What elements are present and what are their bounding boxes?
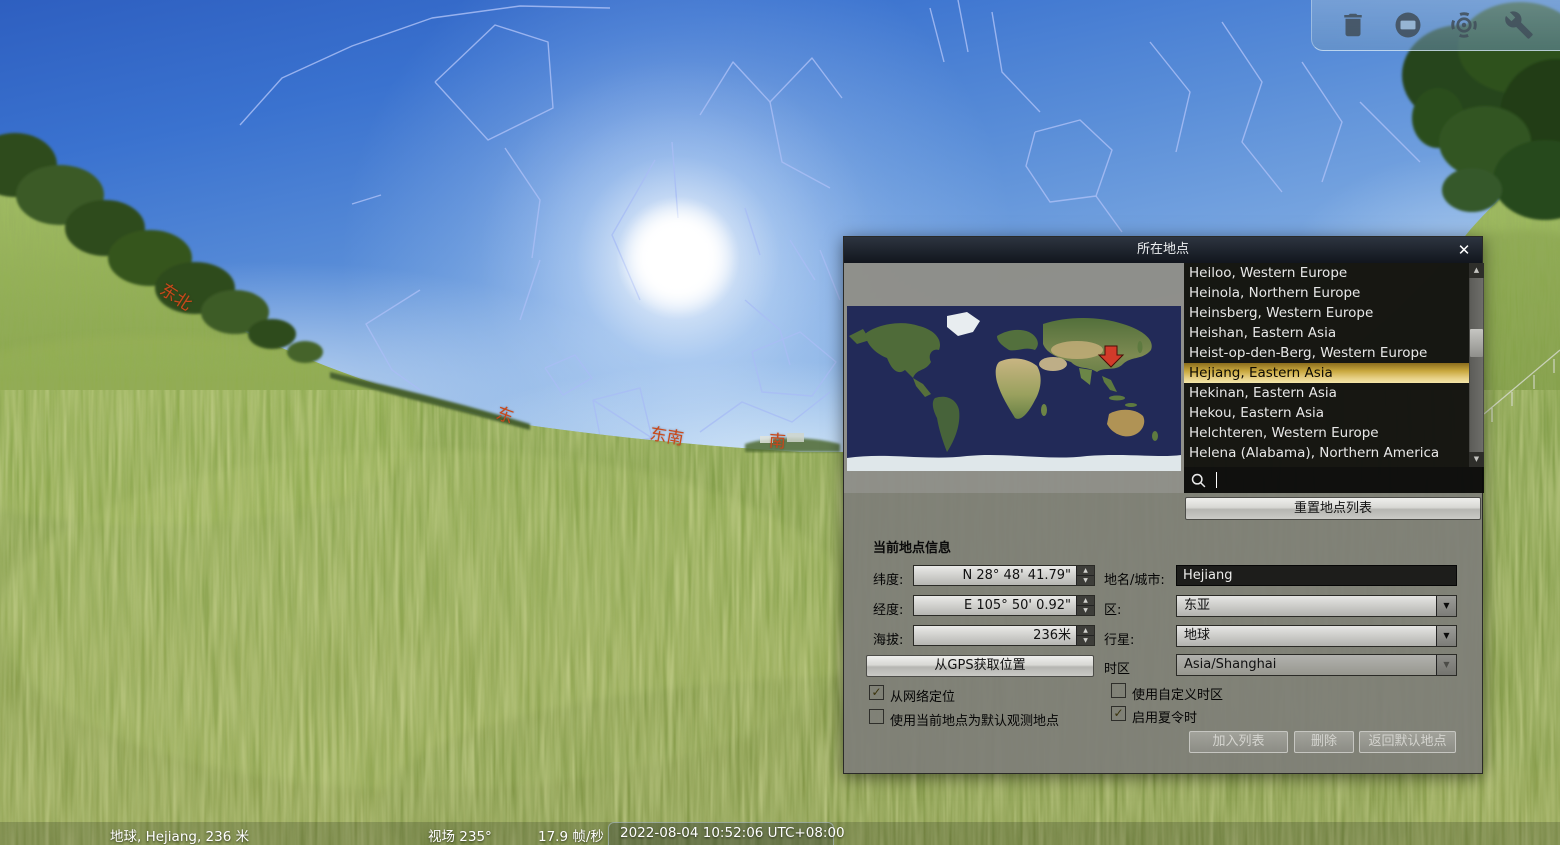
- location-list: Heiloo, Western Europe Heinola, Northern…: [1184, 263, 1469, 467]
- dialog-title: 所在地点: [1137, 242, 1189, 257]
- location-dialog: 所在地点 ✕: [843, 236, 1483, 774]
- latitude-label: 纬度:: [873, 569, 903, 588]
- dst-checkbox[interactable]: ✓: [1111, 706, 1126, 721]
- planet-label: 行星:: [1104, 629, 1134, 648]
- location-list-item[interactable]: Hekou, Eastern Asia: [1184, 403, 1469, 423]
- longitude-increment-icon[interactable]: ▲: [1077, 596, 1094, 606]
- location-list-item[interactable]: Heinsberg, Western Europe: [1184, 303, 1469, 323]
- delete-button[interactable]: 删除: [1294, 731, 1354, 753]
- default-location-label: 使用当前地点为默认观测地点: [890, 710, 1059, 729]
- dialog-titlebar[interactable]: 所在地点 ✕: [844, 237, 1482, 263]
- location-list-item[interactable]: Heiloo, Western Europe: [1184, 263, 1469, 283]
- close-icon[interactable]: ✕: [1454, 239, 1474, 261]
- region-value: 东亚: [1177, 596, 1436, 616]
- center-target-icon[interactable]: [1449, 10, 1479, 40]
- scroll-up-icon[interactable]: ▲: [1469, 263, 1484, 278]
- map-pane: [844, 263, 1184, 493]
- chevron-down-icon[interactable]: ▼: [1436, 626, 1456, 646]
- section-title: 当前地点信息: [873, 537, 951, 556]
- check-icon: ✓: [871, 685, 881, 699]
- dst-label: 启用夏令时: [1132, 707, 1197, 726]
- region-label: 区:: [1104, 599, 1121, 618]
- city-label: 地名/城市:: [1104, 569, 1165, 588]
- trash-icon[interactable]: [1338, 10, 1368, 40]
- location-list-item[interactable]: Heinola, Northern Europe: [1184, 283, 1469, 303]
- network-locate-label: 从网络定位: [890, 686, 955, 705]
- location-list-item[interactable]: Heist-op-den-Berg, Western Europe: [1184, 343, 1469, 363]
- status-location[interactable]: 地球, Hejiang, 236 米: [110, 825, 249, 845]
- longitude-label: 经度:: [873, 599, 903, 618]
- status-fov: 视场 235°: [428, 825, 492, 845]
- altitude-increment-icon[interactable]: ▲: [1077, 626, 1094, 636]
- list-scrollbar: ▲ ▼: [1469, 263, 1484, 467]
- latitude-spinbox[interactable]: N 28° 48' 41.79" ▲ ▼: [913, 565, 1095, 586]
- return-default-button[interactable]: 返回默认地点: [1359, 731, 1456, 753]
- timezone-value: Asia/Shanghai: [1177, 655, 1436, 675]
- network-locate-checkbox[interactable]: ✓: [869, 685, 884, 700]
- location-list-pane: Heiloo, Western Europe Heinola, Northern…: [1184, 263, 1484, 493]
- latitude-decrement-icon[interactable]: ▼: [1077, 576, 1094, 585]
- scroll-down-icon[interactable]: ▼: [1469, 452, 1484, 467]
- altitude-decrement-icon[interactable]: ▼: [1077, 636, 1094, 645]
- chevron-down-icon: ▼: [1436, 655, 1456, 675]
- altitude-label: 海拔:: [873, 629, 903, 648]
- scrollbar-track[interactable]: [1470, 278, 1483, 452]
- custom-timezone-checkbox[interactable]: [1111, 683, 1126, 698]
- search-icon: [1190, 472, 1207, 489]
- location-list-item[interactable]: Helchteren, Western Europe: [1184, 423, 1469, 443]
- world-map[interactable]: [847, 306, 1181, 471]
- cardinal-label-south: 南: [768, 426, 787, 452]
- reset-list-button[interactable]: 重置地点列表: [1185, 497, 1481, 520]
- location-list-item[interactable]: Helena (Montana), Northern America: [1184, 463, 1469, 467]
- scrollbar-thumb[interactable]: [1470, 329, 1483, 357]
- altitude-spinbox[interactable]: 236米 ▲ ▼: [913, 625, 1095, 646]
- altitude-value[interactable]: 236米: [914, 626, 1076, 645]
- sun-core: [616, 196, 740, 320]
- status-datetime[interactable]: 2022-08-04 10:52:06 UTC+08:00: [620, 825, 845, 841]
- sun-label: 日: [699, 240, 710, 256]
- location-list-item-selected[interactable]: Hejiang, Eastern Asia: [1184, 363, 1469, 383]
- location-list-item[interactable]: Hekinan, Eastern Asia: [1184, 383, 1469, 403]
- latitude-value[interactable]: N 28° 48' 41.79": [914, 566, 1076, 585]
- longitude-value[interactable]: E 105° 50' 0.92": [914, 596, 1076, 615]
- custom-timezone-label: 使用自定义时区: [1132, 684, 1223, 703]
- check-icon: ✓: [1113, 706, 1123, 720]
- planet-dropdown[interactable]: 地球 ▼: [1176, 625, 1457, 647]
- region-dropdown[interactable]: 东亚 ▼: [1176, 595, 1457, 617]
- gps-button[interactable]: 从GPS获取位置: [866, 655, 1094, 677]
- city-input[interactable]: [1176, 565, 1457, 586]
- location-list-item[interactable]: Heishan, Eastern Asia: [1184, 323, 1469, 343]
- add-to-list-button[interactable]: 加入列表: [1189, 731, 1288, 753]
- top-toolbar: [1311, 0, 1560, 51]
- location-search-input[interactable]: [1217, 469, 1484, 491]
- timezone-dropdown: Asia/Shanghai ▼: [1176, 654, 1457, 676]
- timezone-label: 时区: [1104, 658, 1130, 677]
- landscape-toggle-icon[interactable]: [1393, 10, 1423, 40]
- planet-value: 地球: [1177, 626, 1436, 646]
- search-bar: [1184, 467, 1484, 493]
- longitude-spinbox[interactable]: E 105° 50' 0.92" ▲ ▼: [913, 595, 1095, 616]
- location-list-item[interactable]: Helena (Alabama), Northern America: [1184, 443, 1469, 463]
- latitude-increment-icon[interactable]: ▲: [1077, 566, 1094, 576]
- settings-wrench-icon[interactable]: [1504, 10, 1534, 40]
- stellarium-window: 东北 东 东南 南 日 所在地点 ✕: [0, 0, 1560, 845]
- status-bar: 地球, Hejiang, 236 米 视场 235° 17.9 帧/秒 2022…: [0, 822, 1560, 845]
- status-fps: 17.9 帧/秒: [538, 825, 604, 845]
- longitude-decrement-icon[interactable]: ▼: [1077, 606, 1094, 615]
- chevron-down-icon[interactable]: ▼: [1436, 596, 1456, 616]
- default-location-checkbox[interactable]: [869, 709, 884, 724]
- distant-shed: [787, 433, 804, 442]
